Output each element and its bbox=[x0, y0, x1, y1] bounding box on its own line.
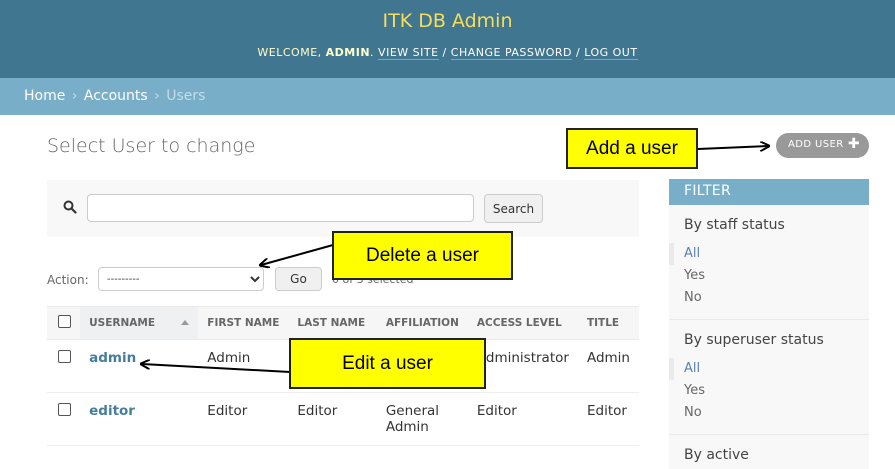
filter-heading: By staff status bbox=[684, 217, 785, 233]
first-name-cell: Editor bbox=[198, 392, 289, 446]
action-select[interactable]: --------- bbox=[98, 267, 264, 291]
filter-option-no[interactable]: No bbox=[669, 287, 869, 309]
table-row: editor Editor Editor General Admin Edito… bbox=[47, 392, 639, 446]
affiliation-cell: General Admin bbox=[376, 392, 468, 446]
row-select-cell bbox=[47, 392, 81, 446]
filter-option-all[interactable]: All bbox=[669, 243, 869, 265]
column-first-name[interactable]: FIRST NAME bbox=[198, 306, 289, 340]
add-user-button[interactable]: ADD USER ✚ bbox=[776, 133, 869, 158]
go-button[interactable]: Go bbox=[275, 267, 322, 291]
site-name: ITK DB Admin bbox=[382, 10, 513, 32]
log-out-link[interactable]: LOG OUT bbox=[584, 46, 638, 60]
search-button[interactable]: Search bbox=[484, 194, 543, 223]
current-username: ADMIN bbox=[325, 46, 371, 59]
column-access-level[interactable]: ACCESS LEVEL bbox=[467, 306, 578, 340]
select-all-checkbox[interactable] bbox=[58, 315, 71, 328]
username-cell: editor bbox=[80, 392, 199, 446]
column-username[interactable]: USERNAME bbox=[80, 306, 199, 340]
last-name-cell: Editor bbox=[288, 392, 377, 446]
filter-sidebar: FILTER By staff status All Yes No By sup… bbox=[669, 179, 869, 469]
add-user-callout: Add a user bbox=[566, 128, 698, 169]
breadcrumb-separator: › bbox=[154, 88, 160, 104]
separator: / bbox=[576, 46, 581, 59]
breadcrumb-separator: › bbox=[71, 88, 78, 104]
header-bar: ITK DB Admin WELCOME, ADMIN. VIEW SITE /… bbox=[0, 0, 895, 78]
column-last-name[interactable]: LAST NAME bbox=[288, 306, 377, 340]
filter-heading: By active bbox=[684, 447, 749, 463]
filter-group-active: By active bbox=[669, 435, 869, 469]
title-cell: Editor bbox=[577, 392, 639, 446]
filter-option-yes[interactable]: Yes bbox=[669, 380, 869, 402]
username-link[interactable]: admin bbox=[89, 350, 136, 366]
access-level-cell: Editor bbox=[467, 392, 578, 446]
column-affiliation[interactable]: AFFILIATION bbox=[376, 306, 468, 340]
filter-option-no[interactable]: No bbox=[669, 402, 869, 424]
filter-option-yes[interactable]: Yes bbox=[669, 265, 869, 287]
page-title: Select User to change bbox=[47, 135, 256, 157]
column-title[interactable]: TITLE bbox=[577, 306, 639, 340]
first-name-cell: Admin bbox=[198, 339, 289, 393]
separator: / bbox=[442, 46, 447, 59]
welcome-text: WELCOME, bbox=[257, 46, 322, 59]
plus-icon: ✚ bbox=[847, 136, 860, 152]
row-checkbox[interactable] bbox=[58, 403, 71, 416]
filter-group-superuser: By superuser status All Yes No bbox=[669, 320, 869, 435]
main-content: Select User to change ADD USER ✚ Search … bbox=[17, 115, 895, 469]
filter-option-all[interactable]: All bbox=[669, 358, 869, 380]
sort-ascending-icon[interactable] bbox=[181, 320, 190, 325]
select-all-column bbox=[47, 306, 81, 340]
view-site-link[interactable]: VIEW SITE bbox=[378, 46, 439, 60]
edit-user-callout: Edit a user bbox=[289, 338, 486, 389]
breadcrumb-accounts[interactable]: Accounts bbox=[84, 88, 148, 104]
row-checkbox[interactable] bbox=[58, 350, 71, 363]
table-header-row: USERNAME FIRST NAME LAST NAME AFFILIATIO… bbox=[47, 306, 639, 340]
breadcrumb-home[interactable]: Home bbox=[24, 88, 65, 104]
user-tools: WELCOME, ADMIN. VIEW SITE / CHANGE PASSW… bbox=[257, 46, 638, 60]
change-password-link[interactable]: CHANGE PASSWORD bbox=[450, 46, 573, 60]
filter-title: FILTER bbox=[669, 179, 869, 205]
filter-heading: By superuser status bbox=[684, 332, 824, 348]
search-toolbar: Search bbox=[47, 180, 639, 237]
search-input[interactable] bbox=[87, 194, 474, 222]
search-icon bbox=[63, 200, 77, 214]
username-link[interactable]: editor bbox=[89, 403, 135, 419]
row-select-cell bbox=[47, 339, 81, 393]
action-label: Action: bbox=[47, 273, 89, 287]
breadcrumb: Home › Accounts › Users bbox=[0, 78, 895, 115]
username-cell: admin bbox=[80, 339, 199, 393]
filter-group-staff: By staff status All Yes No bbox=[669, 205, 869, 320]
breadcrumb-current: Users bbox=[166, 88, 206, 104]
add-user-label: ADD USER bbox=[788, 139, 844, 150]
title-cell: Admin bbox=[577, 339, 639, 393]
delete-user-callout: Delete a user bbox=[332, 231, 513, 280]
